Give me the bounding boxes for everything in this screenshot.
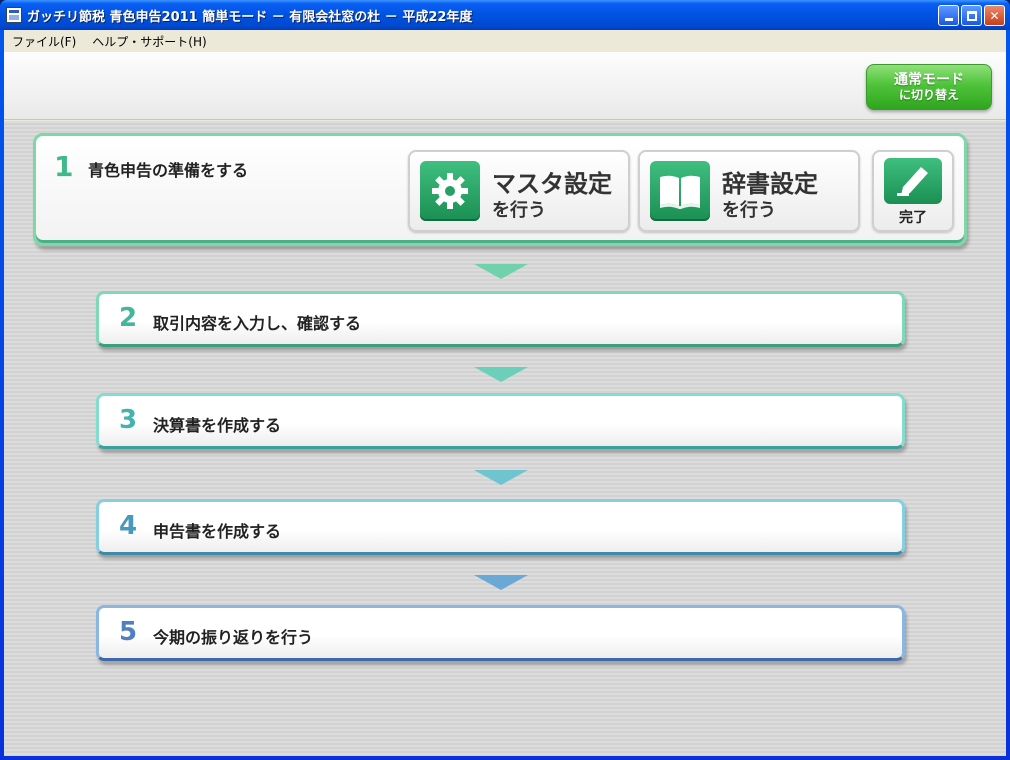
- menu-bar: ファイル(F) ヘルプ・サポート(H): [4, 30, 1006, 52]
- step-2-number: 2: [119, 303, 138, 333]
- workflow-panel: 1 青色申告の準備をする マスタ設定 を行う 辞書設定 を行う 完了 2 取引内…: [4, 121, 1006, 756]
- flow-arrow-2: [474, 367, 528, 382]
- step-1-label: 青色申告の準備をする: [88, 161, 249, 180]
- step-1-done-button[interactable]: 完了: [872, 150, 954, 232]
- step-1-card: 1 青色申告の準備をする マスタ設定 を行う 辞書設定 を行う 完了: [33, 133, 967, 246]
- step-3-label: 決算書を作成する: [153, 416, 282, 435]
- dictionary-settings-button[interactable]: 辞書設定 を行う: [638, 150, 860, 232]
- dictionary-settings-sub: を行う: [722, 200, 776, 221]
- flow-arrow-3: [474, 470, 528, 485]
- close-button[interactable]: ✕: [984, 5, 1005, 26]
- mode-button-line1: 通常モード: [894, 71, 964, 88]
- menu-file[interactable]: ファイル(F): [12, 33, 76, 50]
- step-3-button[interactable]: 3 決算書を作成する: [96, 393, 905, 449]
- master-settings-button[interactable]: マスタ設定 を行う: [408, 150, 630, 232]
- pencil-icon: [884, 158, 942, 204]
- close-icon: ✕: [989, 8, 1000, 23]
- step-4-number: 4: [119, 511, 138, 541]
- step-4-label: 申告書を作成する: [153, 522, 282, 541]
- maximize-icon: [966, 10, 977, 21]
- master-settings-title: マスタ設定: [492, 170, 612, 198]
- app-window: ガッチリ節税 青色申告2011 簡単モード － 有限会社窓の杜 － 平成22年度…: [0, 0, 1010, 760]
- flow-arrow-1: [474, 264, 528, 279]
- step-1-number: 1: [54, 150, 74, 183]
- toolbar: 通常モード に切り替え: [4, 52, 1006, 120]
- dictionary-settings-title: 辞書設定: [722, 170, 818, 198]
- step-3-number: 3: [119, 405, 138, 435]
- app-icon[interactable]: [6, 7, 22, 23]
- minimize-button[interactable]: [938, 5, 959, 26]
- gear-icon: [420, 161, 480, 221]
- step-4-button[interactable]: 4 申告書を作成する: [96, 499, 905, 555]
- flow-arrow-4: [474, 575, 528, 590]
- minimize-icon: [944, 18, 953, 21]
- menu-help[interactable]: ヘルプ・サポート(H): [92, 33, 206, 50]
- step-5-label: 今期の振り返りを行う: [153, 628, 314, 647]
- mode-button-line2: に切り替え: [898, 87, 959, 102]
- master-settings-sub: を行う: [492, 200, 546, 221]
- window-title: ガッチリ節税 青色申告2011 簡単モード － 有限会社窓の杜 － 平成22年度: [27, 9, 473, 25]
- client-area: ファイル(F) ヘルプ・サポート(H) 通常モード に切り替え 1 青色申告の準…: [4, 30, 1006, 756]
- step-5-button[interactable]: 5 今期の振り返りを行う: [96, 605, 905, 661]
- switch-normal-mode-button[interactable]: 通常モード に切り替え: [866, 64, 992, 110]
- window-controls: ✕: [938, 5, 1005, 26]
- step-2-button[interactable]: 2 取引内容を入力し、確認する: [96, 291, 905, 347]
- step-2-label: 取引内容を入力し、確認する: [153, 314, 362, 333]
- step-5-number: 5: [119, 617, 138, 647]
- title-bar[interactable]: ガッチリ節税 青色申告2011 簡単モード － 有限会社窓の杜 － 平成22年度…: [0, 0, 1010, 30]
- maximize-button[interactable]: [961, 5, 982, 26]
- done-label: 完了: [899, 210, 927, 226]
- book-icon: [650, 161, 710, 221]
